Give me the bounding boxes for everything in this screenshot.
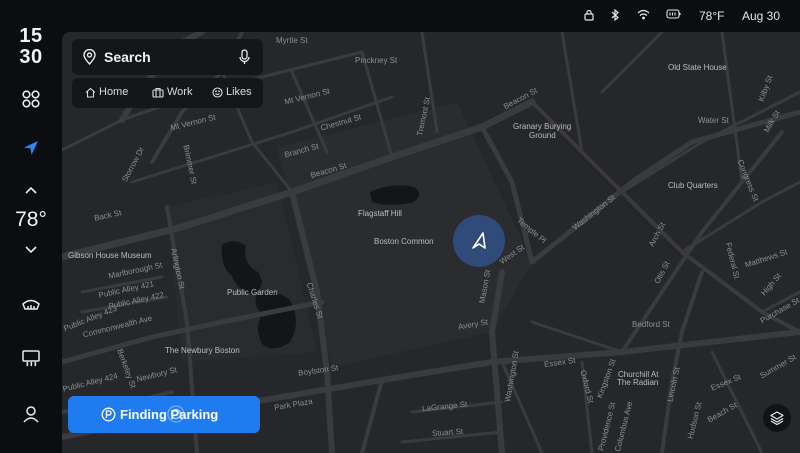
wifi-status[interactable] — [637, 9, 650, 20]
lock-icon — [584, 9, 594, 21]
parking-icon — [101, 407, 116, 422]
lock-status[interactable] — [583, 9, 595, 21]
place-flagstaff-hill: Flagstaff Hill — [358, 209, 402, 218]
current-location-arrow-icon — [472, 232, 486, 249]
loading-spinner-icon — [167, 405, 185, 423]
quick-home-label: Home — [99, 86, 129, 98]
front-defrost-button[interactable] — [13, 286, 49, 322]
quick-likes-label: Likes — [226, 86, 252, 98]
rear-defrost-button[interactable] — [13, 340, 49, 376]
place-public-garden: Public Garden — [227, 288, 278, 297]
outside-temperature: 78°F — [699, 9, 725, 23]
microphone-icon[interactable] — [239, 49, 250, 65]
quick-home-button[interactable]: Home — [85, 86, 128, 98]
sidebar: 15 30 78° — [0, 0, 62, 453]
battery-icon — [666, 9, 681, 19]
quick-destinations: Home Work Likes — [72, 78, 263, 108]
finding-parking-button[interactable]: Finding Parking — [68, 396, 260, 433]
battery-status[interactable] — [666, 9, 681, 19]
briefcase-icon — [152, 87, 164, 98]
clock-minutes: 30 — [19, 46, 43, 68]
apps-grid-icon — [22, 90, 40, 108]
street-myrtle: Myrtle St — [276, 36, 308, 45]
search-label: Search — [104, 49, 151, 65]
chevron-up-icon — [25, 186, 37, 194]
street-water: Water St — [698, 116, 729, 125]
temp-up-button[interactable] — [13, 176, 49, 204]
navigation-button[interactable] — [13, 130, 49, 166]
quick-work-button[interactable]: Work — [152, 86, 192, 98]
wifi-icon — [637, 9, 650, 20]
search-bar[interactable]: Search — [72, 39, 263, 75]
bluetooth-icon — [611, 9, 619, 21]
quick-work-label: Work — [167, 86, 193, 98]
layers-icon — [770, 411, 784, 426]
rear-defrost-icon — [22, 350, 40, 367]
smile-icon — [212, 86, 223, 98]
date-display: Aug 30 — [742, 9, 781, 23]
front-defrost-icon — [22, 299, 40, 310]
street-bedford: Bedford St — [632, 320, 670, 329]
place-granary-1: Granary Burying — [513, 122, 572, 131]
place-old-state-house: Old State House — [668, 63, 727, 72]
place-club-quarters: Club Quarters — [668, 181, 718, 190]
map-view[interactable]: Flagstaff Hill Boston Common Public Gard… — [62, 32, 800, 453]
status-bar: 78°F Aug 30 — [62, 0, 800, 32]
place-granary-2: Ground — [529, 131, 556, 140]
clock: 15 30 — [0, 26, 62, 68]
apps-button[interactable] — [13, 81, 49, 117]
place-boston-common: Boston Common — [374, 237, 434, 246]
place-the-radian: The Radian — [617, 378, 659, 387]
profile-button[interactable] — [13, 396, 49, 432]
map-layers-button[interactable] — [763, 404, 791, 432]
location-pin-icon — [83, 49, 96, 65]
temp-down-button[interactable] — [13, 236, 49, 264]
bluetooth-status[interactable] — [610, 9, 620, 21]
place-newbury-boston: The Newbury Boston — [165, 346, 240, 355]
user-profile-icon — [23, 406, 39, 423]
quick-likes-button[interactable]: Likes — [212, 86, 252, 98]
navigation-arrow-icon — [24, 141, 38, 155]
place-gibson-house: Gibson House Museum — [68, 251, 152, 260]
home-icon — [85, 87, 96, 98]
chevron-down-icon — [25, 246, 37, 254]
clock-hours: 15 — [19, 25, 43, 47]
street-pinckney: Pinckney St — [355, 56, 398, 65]
cabin-temperature: 78° — [15, 208, 47, 231]
